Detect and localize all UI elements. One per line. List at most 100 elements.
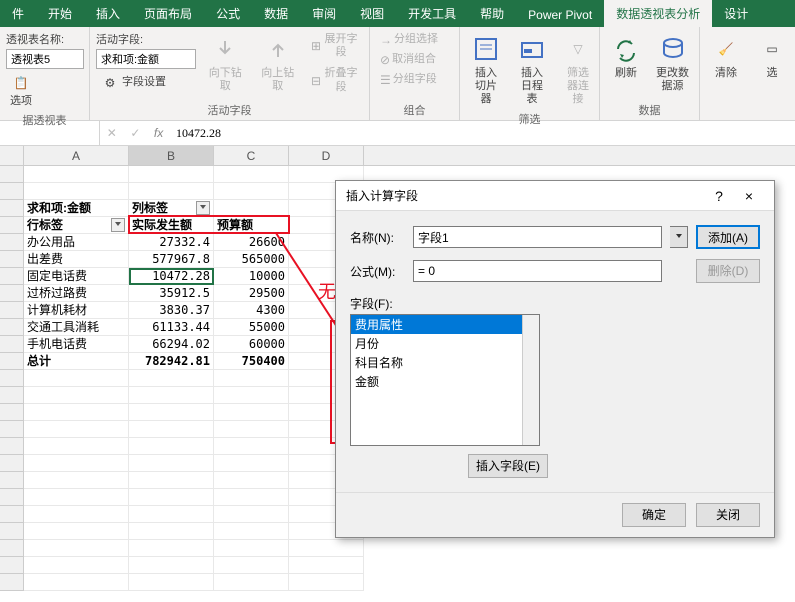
tab-formulas[interactable]: 公式 xyxy=(204,0,252,27)
dialog-close-button[interactable]: × xyxy=(734,181,764,211)
pivot-corner[interactable]: 求和项:金额 xyxy=(24,200,129,217)
total-row[interactable]: 总计 xyxy=(24,353,129,370)
tab-powerpivot[interactable]: Power Pivot xyxy=(516,3,604,27)
tab-dev[interactable]: 开发工具 xyxy=(396,0,468,27)
insert-slicer-button[interactable]: 插入切片器 xyxy=(466,31,506,109)
table-cell[interactable]: 35912.5 xyxy=(129,285,214,302)
table-row[interactable]: 办公用品 xyxy=(24,234,129,251)
ok-button[interactable]: 确定 xyxy=(622,503,686,527)
change-source-button[interactable]: 更改数据源 xyxy=(652,31,693,95)
group-selection-button[interactable]: →分组选择 xyxy=(376,31,442,49)
tab-help[interactable]: 帮助 xyxy=(468,0,516,27)
select-button[interactable]: ▭选 xyxy=(752,31,792,82)
insert-field-button[interactable]: 插入字段(E) xyxy=(468,454,548,478)
insert-timeline-button[interactable]: 插入日程表 xyxy=(512,31,552,109)
ungroup-button[interactable]: ⊘取消组合 xyxy=(376,51,440,69)
col-dropdown-icon[interactable] xyxy=(196,201,210,215)
table-row[interactable]: 交通工具消耗 xyxy=(24,319,129,336)
slicer-icon xyxy=(470,33,502,65)
dialog-help-button[interactable]: ? xyxy=(704,181,734,211)
row-dropdown-icon[interactable] xyxy=(111,218,125,232)
tab-review[interactable]: 审阅 xyxy=(300,0,348,27)
drillup-button[interactable]: 向上钻取 xyxy=(254,31,300,95)
active-field-input[interactable] xyxy=(96,49,196,69)
total-cell[interactable]: 782942.81 xyxy=(129,353,214,370)
formula-bar-row: ✕ ✓ fx 10472.28 xyxy=(0,121,795,146)
list-item[interactable]: 费用属性 xyxy=(351,315,539,334)
eraser-icon: 🧹 xyxy=(710,33,742,65)
pivot-col-label[interactable]: 列标签 xyxy=(129,200,214,217)
table-cell[interactable]: 4300 xyxy=(214,302,289,319)
tab-design[interactable]: 设计 xyxy=(712,0,760,27)
fields-label: 字段(F): xyxy=(350,297,393,311)
plus-icon: ⊞ xyxy=(311,39,321,53)
table-cell[interactable]: 26600 xyxy=(214,234,289,251)
tab-file[interactable]: 件 xyxy=(0,0,36,27)
table-row[interactable]: 出差费 xyxy=(24,251,129,268)
header-actual[interactable]: 实际发生额 xyxy=(129,217,214,234)
minus-icon: ⊟ xyxy=(311,74,321,88)
table-cell[interactable]: 29500 xyxy=(214,285,289,302)
expand-field-button[interactable]: ⊞展开字段 xyxy=(307,31,363,61)
drilldown-button[interactable]: 向下钻取 xyxy=(202,31,248,95)
col-C[interactable]: C xyxy=(214,146,289,165)
col-D[interactable]: D xyxy=(289,146,364,165)
name-label: 名称(N): xyxy=(350,229,405,246)
fields-listbox[interactable]: 费用属性 月份 科目名称 金额 xyxy=(350,314,540,446)
list-item[interactable]: 月份 xyxy=(351,334,539,353)
name-input[interactable] xyxy=(413,226,662,248)
list-item[interactable]: 金额 xyxy=(351,372,539,391)
tab-layout[interactable]: 页面布局 xyxy=(132,0,204,27)
table-cell[interactable]: 66294.02 xyxy=(129,336,214,353)
cancel-button[interactable]: 关闭 xyxy=(696,503,760,527)
filter-conn-button[interactable]: ▽筛选器连接 xyxy=(558,31,598,109)
tab-view[interactable]: 视图 xyxy=(348,0,396,27)
name-dropdown-icon[interactable] xyxy=(670,226,688,248)
table-row[interactable]: 过桥过路费 xyxy=(24,285,129,302)
field-settings-button[interactable]: ⚙字段设置 xyxy=(96,71,196,95)
ribbon-tabs: 件 开始 插入 页面布局 公式 数据 审阅 视图 开发工具 帮助 Power P… xyxy=(0,0,795,27)
group-field-button[interactable]: ☰分组字段 xyxy=(376,71,441,89)
settings-icon: ⚙ xyxy=(100,73,120,93)
drillup-icon xyxy=(262,33,294,65)
collapse-field-button[interactable]: ⊟折叠字段 xyxy=(307,65,363,95)
table-cell[interactable]: 577967.8 xyxy=(129,251,214,268)
table-cell[interactable]: 55000 xyxy=(214,319,289,336)
table-cell[interactable]: 3830.37 xyxy=(129,302,214,319)
scrollbar[interactable] xyxy=(522,315,539,445)
list-item[interactable]: 科目名称 xyxy=(351,353,539,372)
fx-button[interactable]: fx xyxy=(154,126,163,140)
col-A[interactable]: A xyxy=(24,146,129,165)
table-row[interactable]: 手机电话费 xyxy=(24,336,129,353)
formula-input[interactable] xyxy=(413,260,662,282)
header-budget[interactable]: 预算额 xyxy=(214,217,289,234)
table-cell[interactable]: 10000 xyxy=(214,268,289,285)
pivot-name-input[interactable] xyxy=(6,49,84,69)
tab-data[interactable]: 数据 xyxy=(252,0,300,27)
table-cell[interactable]: 10472.28 xyxy=(129,268,214,285)
table-cell[interactable]: 61133.44 xyxy=(129,319,214,336)
col-B[interactable]: B xyxy=(129,146,214,165)
drilldown-icon xyxy=(209,33,241,65)
total-cell[interactable]: 750400 xyxy=(214,353,289,370)
clear-button[interactable]: 🧹清除 xyxy=(706,31,746,82)
table-row[interactable]: 固定电话费 xyxy=(24,268,129,285)
select-all-corner[interactable] xyxy=(0,146,24,165)
active-field-label: 活动字段: xyxy=(96,31,196,47)
formula-bar[interactable]: 10472.28 xyxy=(176,126,221,141)
table-row[interactable]: 计算机耗材 xyxy=(24,302,129,319)
table-cell[interactable]: 60000 xyxy=(214,336,289,353)
cancel-icon: ✕ xyxy=(107,126,117,140)
pivot-row-label[interactable]: 行标签 xyxy=(24,217,129,234)
tab-home[interactable]: 开始 xyxy=(36,0,84,27)
tab-pivottable-analyze[interactable]: 数据透视表分析 xyxy=(604,0,712,27)
formula-label: 公式(M): xyxy=(350,263,405,280)
group-data: 数据 xyxy=(606,100,693,120)
add-button[interactable]: 添加(A) xyxy=(696,225,760,249)
refresh-button[interactable]: 刷新 xyxy=(606,31,646,82)
options-button[interactable]: 📋选项 xyxy=(6,71,36,110)
delete-button[interactable]: 删除(D) xyxy=(696,259,760,283)
tab-insert[interactable]: 插入 xyxy=(84,0,132,27)
table-cell[interactable]: 565000 xyxy=(214,251,289,268)
table-cell[interactable]: 27332.4 xyxy=(129,234,214,251)
